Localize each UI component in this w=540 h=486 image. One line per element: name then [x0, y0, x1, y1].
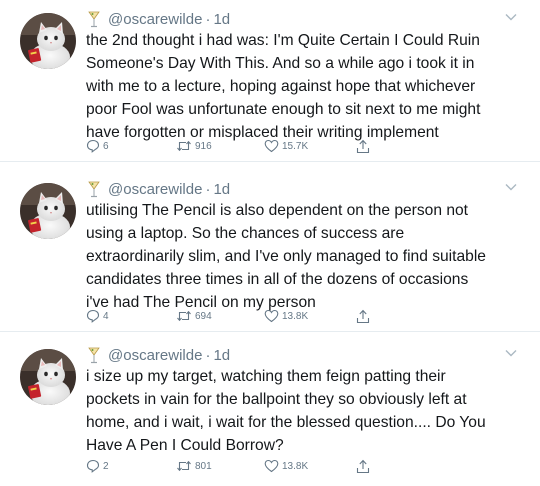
cocktail-glass-icon [88, 181, 100, 197]
timestamp[interactable]: 1d [213, 347, 230, 364]
tweet-actions: 2 801 13.8K [86, 457, 386, 475]
separator: · [205, 10, 211, 28]
tweet-header: @oscarewilde · 1d [86, 179, 230, 199]
tweet-actions: 6 916 15.7K [86, 137, 386, 155]
tweet-text: the 2nd thought i had was: I'm Quite Cer… [86, 32, 481, 141]
reply-icon [86, 139, 100, 153]
timestamp[interactable]: 1d [213, 11, 230, 28]
separator: · [205, 180, 211, 198]
share-button[interactable] [356, 307, 373, 325]
tweet[interactable]: @oscarewilde · 1d utilising The Pencil i… [0, 170, 540, 332]
avatar[interactable] [20, 349, 76, 405]
share-icon [356, 309, 370, 323]
retweet-icon [177, 460, 191, 472]
like-button[interactable]: 13.8K [264, 307, 308, 325]
tweet[interactable]: @oscarewilde · 1d the 2nd thought i had … [0, 0, 540, 162]
tweet-header: @oscarewilde · 1d [86, 9, 230, 29]
like-count: 15.7K [282, 140, 309, 152]
avatar[interactable] [20, 183, 76, 239]
retweet-button[interactable]: 916 [176, 137, 212, 155]
heart-icon [264, 459, 279, 473]
heart-icon [264, 139, 279, 153]
reply-count: 6 [103, 140, 109, 152]
retweet-icon [177, 310, 191, 322]
reply-count: 4 [103, 310, 109, 322]
reply-count: 2 [103, 460, 109, 472]
retweet-count: 801 [195, 460, 212, 472]
share-icon [356, 139, 370, 153]
user-handle[interactable]: @oscarewilde [108, 11, 202, 28]
share-icon [356, 459, 370, 473]
chevron-down-icon[interactable] [504, 346, 518, 360]
like-button[interactable]: 13.8K [264, 457, 308, 475]
retweet-button[interactable]: 801 [176, 457, 212, 475]
user-handle[interactable]: @oscarewilde [108, 181, 202, 198]
like-count: 13.8K [282, 310, 309, 322]
tweet[interactable]: @oscarewilde · 1d i size up my target, w… [0, 336, 540, 486]
tweet-header: @oscarewilde · 1d [86, 345, 230, 365]
reply-button[interactable]: 2 [86, 457, 109, 475]
retweet-icon [177, 140, 191, 152]
reply-icon [86, 459, 100, 473]
tweet-text: i size up my target, watching them feign… [86, 368, 486, 454]
user-handle[interactable]: @oscarewilde [108, 347, 202, 364]
avatar[interactable] [20, 13, 76, 69]
timestamp[interactable]: 1d [213, 181, 230, 198]
like-count: 13.8K [282, 460, 309, 472]
like-button[interactable]: 15.7K [264, 137, 308, 155]
retweet-count: 916 [195, 140, 212, 152]
cocktail-glass-icon [88, 347, 100, 363]
reply-button[interactable]: 6 [86, 137, 109, 155]
reply-button[interactable]: 4 [86, 307, 109, 325]
reply-icon [86, 309, 100, 323]
separator: · [205, 346, 211, 364]
cocktail-glass-icon [88, 11, 100, 27]
chevron-down-icon[interactable] [504, 180, 518, 194]
retweet-button[interactable]: 694 [176, 307, 212, 325]
chevron-down-icon[interactable] [504, 10, 518, 24]
share-button[interactable] [356, 137, 373, 155]
heart-icon [264, 309, 279, 323]
tweet-text: utilising The Pencil is also dependent o… [86, 202, 486, 311]
tweet-actions: 4 694 13.8K [86, 307, 386, 325]
share-button[interactable] [356, 457, 373, 475]
retweet-count: 694 [195, 310, 212, 322]
